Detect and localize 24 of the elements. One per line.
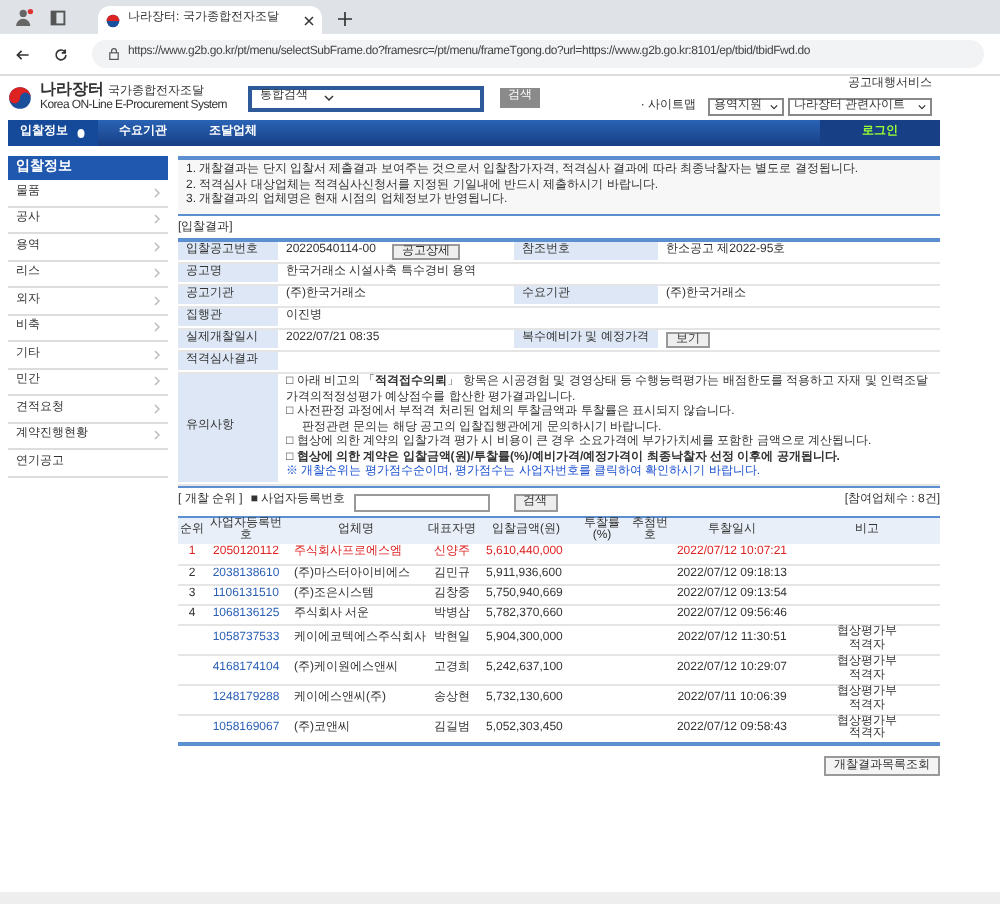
lock-icon (108, 48, 120, 60)
chevron-icon (154, 376, 160, 387)
logo-title: 나라장터 (40, 80, 104, 100)
chevron-icon (154, 349, 160, 360)
chevron-icon (154, 268, 160, 279)
chevron-icon (154, 214, 160, 225)
new-tab-icon[interactable] (338, 12, 352, 26)
tab-actions-icon[interactable] (50, 10, 66, 26)
chevron-icon (154, 322, 160, 333)
chevron-icon (154, 403, 160, 414)
chevron-icon (154, 295, 160, 306)
reload-icon[interactable] (54, 47, 68, 61)
dropdown-icon (918, 104, 926, 110)
close-icon[interactable] (304, 15, 314, 25)
dropdown-icon (324, 94, 334, 102)
chevron-icon (154, 187, 160, 198)
chevron-icon (154, 430, 160, 441)
business-number-field[interactable] (353, 493, 490, 511)
back-icon[interactable] (16, 47, 30, 61)
globe-icon (106, 13, 120, 27)
profile-icon[interactable] (16, 8, 34, 26)
logo-icon (8, 86, 32, 110)
chevron-icon (154, 241, 160, 252)
dropdown-icon (770, 104, 778, 110)
